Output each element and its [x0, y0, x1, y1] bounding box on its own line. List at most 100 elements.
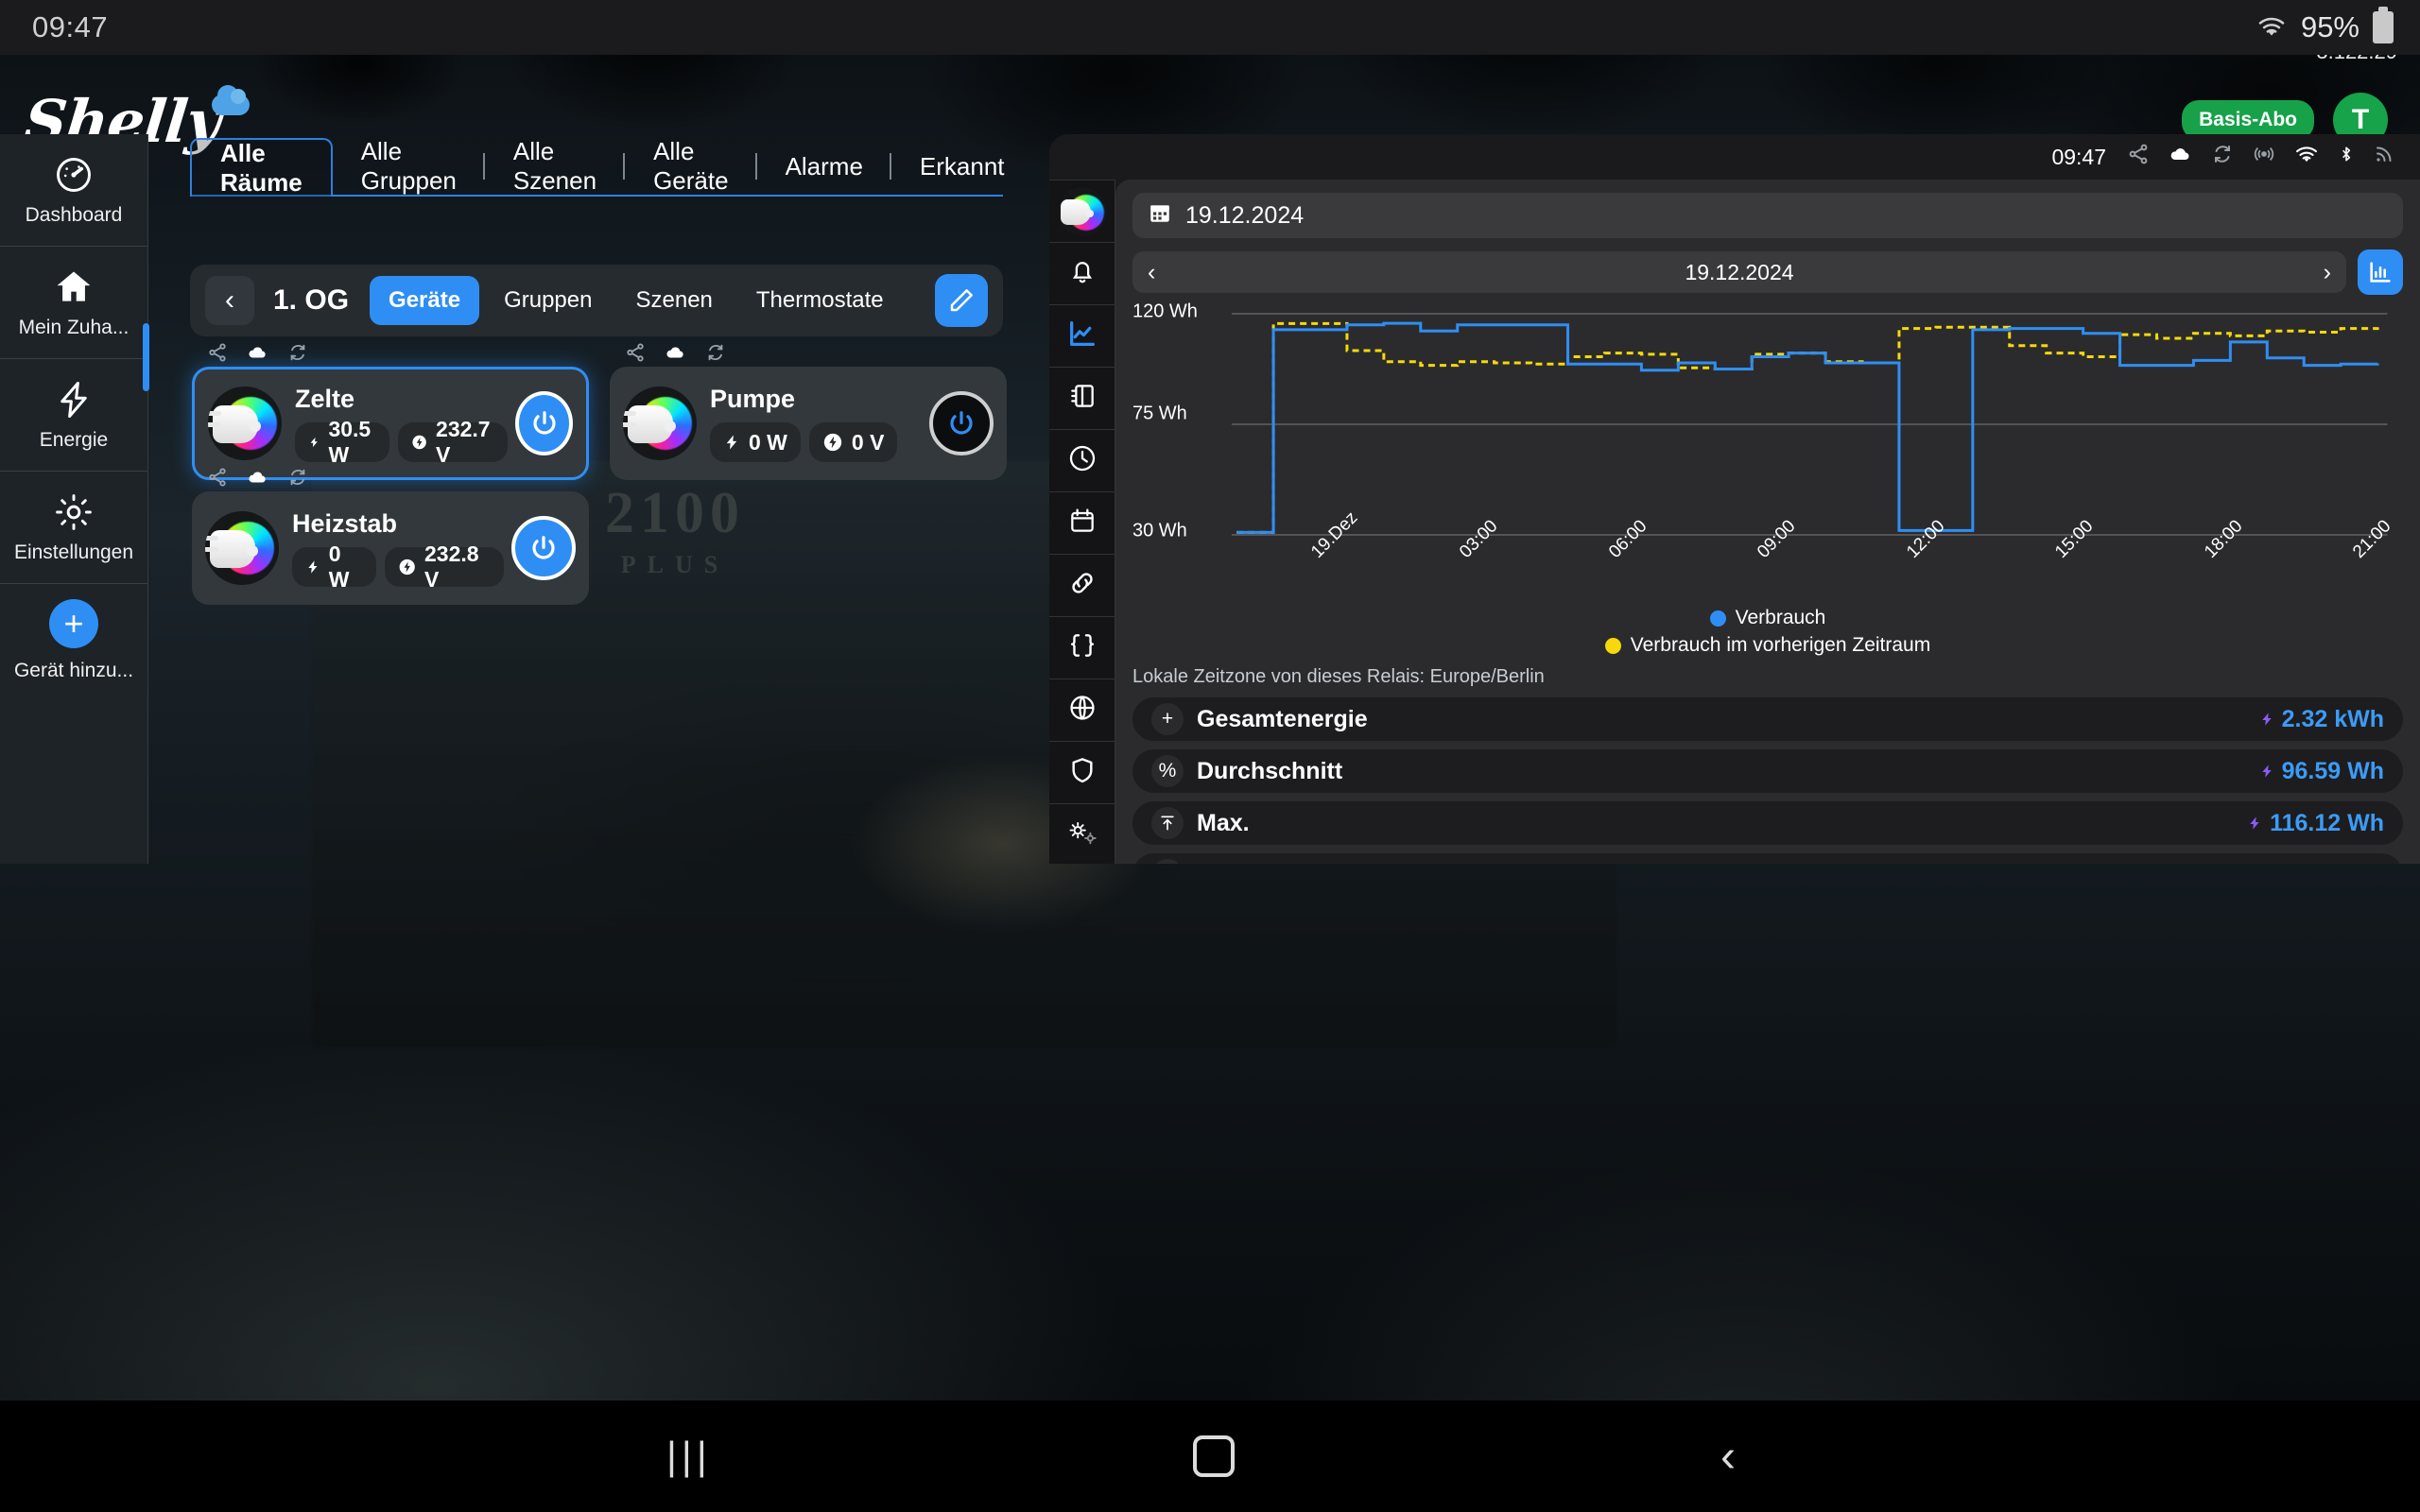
plus-icon[interactable]: + [49, 598, 98, 648]
sidebar-scrollbar[interactable] [143, 323, 149, 391]
chevron-right-icon[interactable]: › [2324, 259, 2331, 286]
legend-label: Verbrauch im vorherigen Zeitraum [1630, 634, 1931, 656]
device-power: 0 W [710, 422, 801, 462]
panel-time: 09:47 [2051, 144, 2106, 169]
share-icon[interactable] [625, 342, 646, 368]
cloud-icon[interactable] [663, 342, 687, 368]
sync-icon[interactable] [286, 342, 309, 368]
device-status-icons [625, 342, 727, 368]
calendar-icon [1067, 506, 1098, 541]
cloud-icon [212, 85, 250, 115]
device-image [623, 387, 697, 460]
tab-alle-szenen[interactable]: Alle Szenen [485, 137, 626, 195]
device-status-icons [207, 467, 309, 492]
rail-item-device[interactable] [1049, 180, 1115, 243]
sidebar-item-label: Gerät hinzu... [13, 659, 134, 681]
broadcast-icon[interactable] [2252, 143, 2276, 171]
share-icon[interactable] [2127, 143, 2150, 171]
sidebar-item-einstellungen[interactable]: Einstellungen [0, 472, 147, 584]
device-power-value: 30.5 W [328, 417, 372, 467]
cloud-icon[interactable] [245, 467, 269, 492]
stat-row-max[interactable]: Max. 116.12 Wh [1132, 801, 2403, 845]
chevron-left-icon[interactable]: ‹ [205, 276, 254, 325]
stat-value-wrap: 116.12 Wh [2247, 810, 2384, 837]
bar-chart-icon[interactable] [2358, 249, 2403, 295]
pencil-icon[interactable] [935, 274, 988, 327]
cloud-icon[interactable] [245, 342, 269, 368]
stat-label: Min. [1197, 862, 1244, 865]
sync-icon[interactable] [704, 342, 727, 368]
device-voltage-value: 232.8 V [424, 541, 479, 592]
rail-item-settings[interactable] [1049, 804, 1115, 864]
detail-icon-rail [1049, 180, 1115, 864]
energy-stat-rows: + Gesamtenergie 2.32 kWh % Durchschnitt … [1132, 697, 2403, 864]
device-detail-panel: 09:47 19.12.2024 ‹ 19.12.2024 › 120 Wh 7… [1049, 134, 2420, 864]
rail-item-notebook[interactable] [1049, 368, 1115, 430]
stat-row-min[interactable]: Min. 31.76 Wh [1132, 853, 2403, 864]
arrow-up-icon [1151, 807, 1184, 839]
tab-label: Erkannt [919, 151, 1005, 180]
sidebar-item-dashboard[interactable]: Dashboard [0, 134, 147, 247]
device-card-zelte[interactable]: Zelte 30.5 W 232.7 V [192, 367, 589, 480]
battery-percent: 95% [2300, 10, 2360, 43]
rail-item-clock[interactable] [1049, 430, 1115, 492]
stat-value-wrap: 2.32 kWh [2259, 706, 2384, 733]
rss-icon[interactable] [2373, 143, 2395, 171]
rail-item-braces[interactable] [1049, 617, 1115, 679]
bolt-icon [54, 379, 94, 421]
date-field[interactable]: 19.12.2024 [1132, 193, 2403, 238]
home-square-icon[interactable] [1193, 1435, 1235, 1477]
date-nav[interactable]: ‹ 19.12.2024 › [1132, 251, 2346, 293]
date-nav-value: 19.12.2024 [1685, 259, 1794, 284]
sidebar: Dashboard Mein Zuha... Energie Einstellu… [0, 134, 148, 864]
stat-row-durchschnitt[interactable]: % Durchschnitt 96.59 Wh [1132, 749, 2403, 793]
chevron-left-icon[interactable]: ‹ [1148, 259, 1155, 286]
sidebar-item-energie[interactable]: Energie [0, 359, 147, 472]
device-image [208, 387, 282, 460]
rail-item-alarms[interactable] [1049, 243, 1115, 305]
panel-status-bar: 09:47 [1049, 134, 2420, 180]
chip-label: Szenen [635, 287, 713, 313]
chip-geraete[interactable]: Geräte [370, 276, 480, 325]
power-toggle-button[interactable] [511, 516, 576, 580]
cloud-icon[interactable] [2167, 143, 2193, 171]
rail-item-shield[interactable] [1049, 742, 1115, 804]
power-toggle-button[interactable] [929, 391, 994, 455]
stat-row-gesamtenergie[interactable]: + Gesamtenergie 2.32 kWh [1132, 697, 2403, 741]
rail-item-chart[interactable] [1049, 305, 1115, 368]
energy-chart: 120 Wh 75 Wh 30 Wh [1132, 301, 2403, 544]
sidebar-item-add-device[interactable]: + Gerät hinzu... [0, 584, 147, 696]
chip-thermostate[interactable]: Thermostate [737, 276, 903, 325]
legend-swatch [1604, 637, 1621, 654]
rail-item-calendar[interactable] [1049, 492, 1115, 555]
system-clock: 09:47 [32, 10, 109, 43]
home-icon [52, 266, 95, 308]
chart-line-icon [1066, 318, 1098, 354]
braces-icon [1067, 630, 1098, 665]
sync-icon[interactable] [2210, 143, 2235, 171]
tab-alle-gruppen[interactable]: Alle Gruppen [333, 137, 485, 195]
rail-item-link[interactable] [1049, 555, 1115, 617]
chip-szenen[interactable]: Szenen [616, 276, 731, 325]
bell-icon [1067, 256, 1098, 291]
rail-item-globe[interactable] [1049, 679, 1115, 742]
chip-gruppen[interactable]: Gruppen [485, 276, 611, 325]
device-card-pumpe[interactable]: Pumpe 0 W 0 V [610, 367, 1007, 480]
bluetooth-icon[interactable] [2337, 143, 2356, 171]
tab-alle-geraete[interactable]: Alle Geräte [625, 137, 757, 195]
share-icon[interactable] [207, 342, 228, 368]
wifi-icon[interactable] [2293, 143, 2320, 171]
recents-icon[interactable]: ||| [666, 1434, 712, 1479]
sidebar-item-mein-zuhause[interactable]: Mein Zuha... [0, 247, 147, 359]
clock-icon [1067, 443, 1098, 478]
stat-value: 2.32 kWh [2281, 705, 2384, 732]
share-icon[interactable] [207, 467, 228, 492]
device-card-heizstab[interactable]: Heizstab 0 W 232.8 V [192, 491, 589, 605]
stat-value: 116.12 Wh [2270, 809, 2384, 836]
tab-alle-raeume[interactable]: Alle Räume [190, 138, 333, 197]
sync-icon[interactable] [286, 467, 309, 492]
back-chevron-icon[interactable]: ‹ [1720, 1431, 1736, 1483]
tab-alarme[interactable]: Alarme [757, 138, 891, 195]
power-toggle-button[interactable] [515, 391, 573, 455]
tab-erkannt[interactable]: Erkannt [891, 138, 1033, 195]
